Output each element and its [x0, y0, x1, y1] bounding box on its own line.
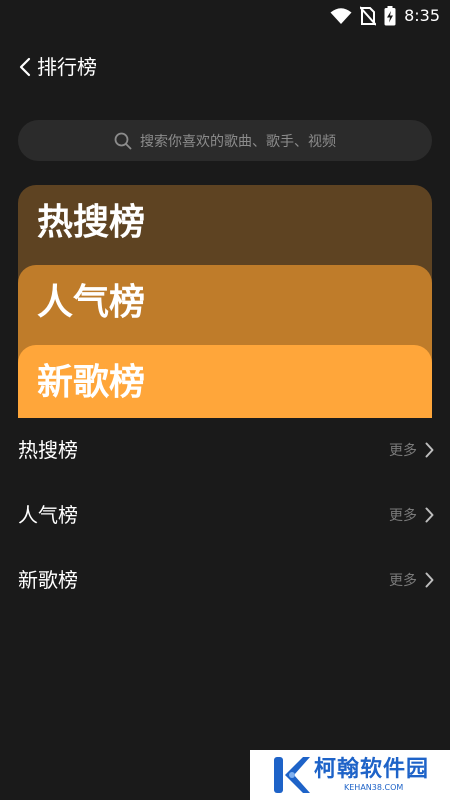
more-label: 更多 [389, 443, 417, 459]
card-title: 人气榜 [37, 282, 146, 323]
chevron-right-icon [425, 442, 434, 458]
list-item: 新歌榜 更多 [0, 548, 450, 613]
chevron-right-icon [425, 572, 434, 588]
watermark-logo-icon [274, 757, 310, 793]
rank-list: 热搜榜 更多 人气榜 更多 新歌榜 更多 [0, 418, 450, 613]
status-icons: 8:35 [330, 5, 440, 27]
page-title: 排行榜 [37, 55, 97, 79]
wifi-icon [330, 8, 352, 24]
watermark-text: 柯翰软件园 [314, 757, 430, 782]
card-new-songs[interactable]: 新歌榜 [18, 345, 432, 418]
more-button[interactable]: 更多 [389, 504, 434, 526]
more-label: 更多 [389, 508, 417, 524]
more-label: 更多 [389, 573, 417, 589]
list-item: 热搜榜 更多 [0, 418, 450, 483]
header: 排行榜 [0, 50, 450, 84]
status-time: 8:35 [404, 6, 440, 25]
chevron-left-icon [19, 57, 31, 77]
watermark-subtext: KEHAN38.COM [344, 783, 404, 792]
rank-name: 新歌榜 [18, 568, 78, 592]
search-icon [114, 132, 132, 149]
chart-card-stack: 热搜榜 人气榜 新歌榜 [18, 185, 432, 418]
watermark-text-group: 柯翰软件园 KEHAN38.COM [314, 757, 429, 793]
search-placeholder: 搜索你喜欢的歌曲、歌手、视频 [140, 133, 336, 150]
list-item: 人气榜 更多 [0, 483, 450, 548]
back-button[interactable] [12, 54, 38, 80]
rank-name: 热搜榜 [18, 438, 78, 462]
battery-charging-icon [384, 6, 396, 26]
watermark: 柯翰软件园 KEHAN38.COM [250, 750, 450, 800]
no-sim-icon [360, 6, 377, 26]
search-input[interactable]: 搜索你喜欢的歌曲、歌手、视频 [18, 120, 432, 161]
status-bar: 8:35 [0, 0, 450, 32]
card-title: 热搜榜 [37, 202, 146, 243]
more-button[interactable]: 更多 [389, 439, 434, 461]
more-button[interactable]: 更多 [389, 569, 434, 591]
chevron-right-icon [425, 507, 434, 523]
rank-name: 人气榜 [18, 503, 78, 527]
card-title: 新歌榜 [37, 362, 146, 403]
